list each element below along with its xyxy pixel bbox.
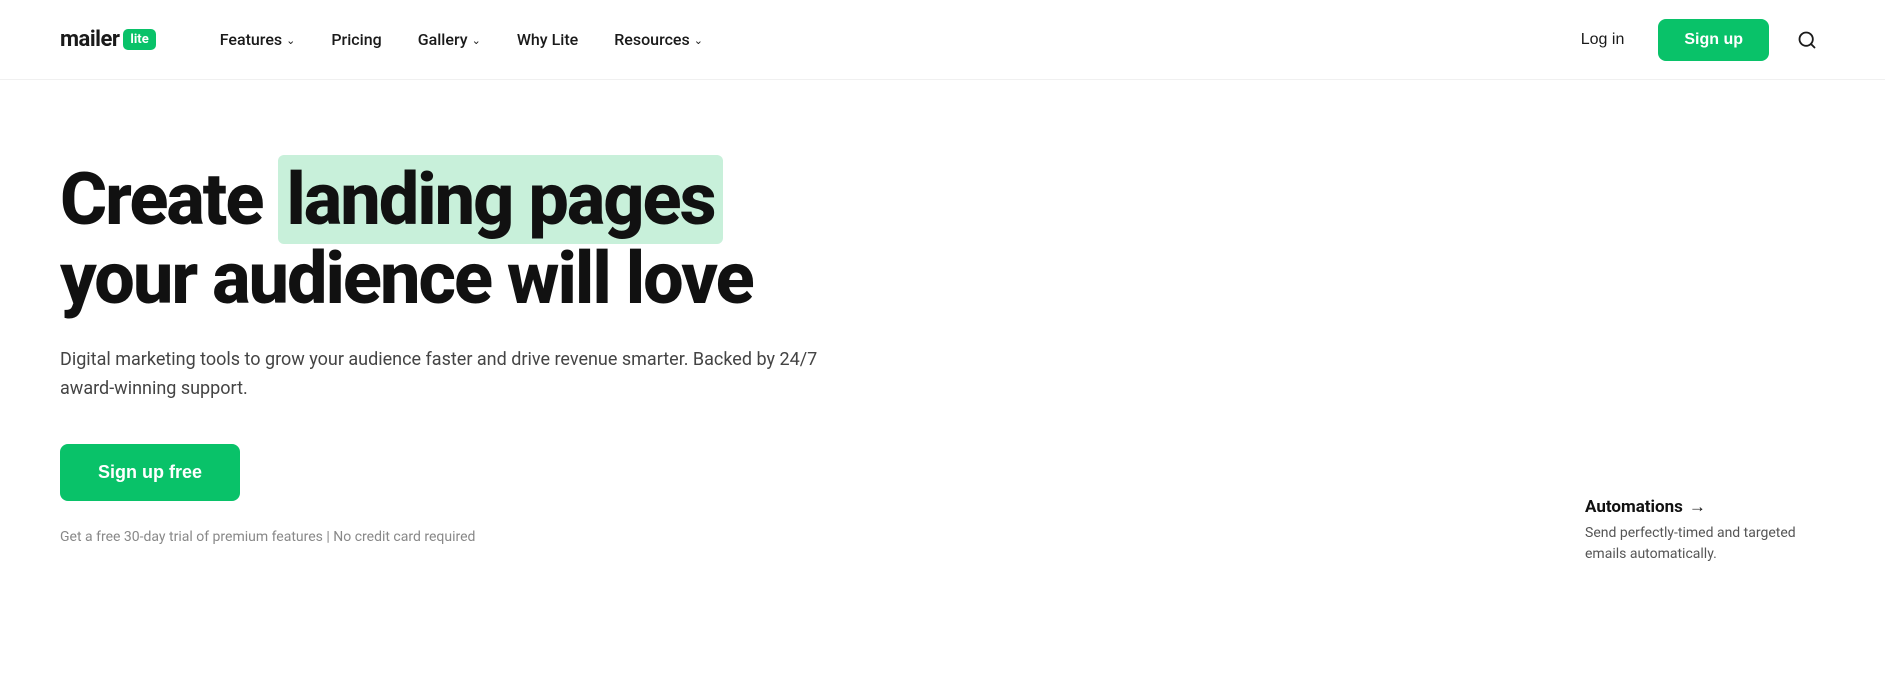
hero-footnote: Get a free 30-day trial of premium featu… (60, 529, 910, 545)
signup-free-button[interactable]: Sign up free (60, 444, 240, 501)
logo-text: mailer (60, 27, 119, 52)
hero-title-highlight: landing pages (278, 155, 722, 244)
main-content: Create landing pages your audience will … (0, 80, 1885, 605)
arrow-icon: → (1689, 497, 1706, 517)
search-icon (1797, 30, 1817, 50)
search-button[interactable] (1789, 22, 1825, 58)
nav-item-why-lite: Why Lite (503, 22, 592, 57)
nav-item-pricing: Pricing (317, 22, 395, 57)
nav-link-gallery[interactable]: Gallery ⌄ (404, 22, 495, 57)
navbar-left: mailer lite Features ⌄ Pricing Gallery ⌄ (60, 22, 717, 57)
automations-callout: Automations → Send perfectly-timed and t… (1585, 497, 1805, 565)
chevron-down-icon: ⌄ (694, 34, 703, 47)
chevron-down-icon: ⌄ (472, 34, 481, 47)
logo-badge: lite (123, 29, 155, 50)
navbar-right: Log in Sign up (1567, 19, 1825, 61)
hero-subtitle: Digital marketing tools to grow your aud… (60, 346, 820, 404)
hero-title-suffix: your audience will love (60, 236, 753, 321)
signup-button[interactable]: Sign up (1658, 19, 1769, 61)
hero-title-prefix: Create (60, 157, 262, 242)
nav-item-resources: Resources ⌄ (600, 22, 717, 57)
logo-link[interactable]: mailer lite (60, 27, 156, 52)
nav-item-gallery: Gallery ⌄ (404, 22, 495, 57)
automations-description: Send perfectly-timed and targeted emails… (1585, 523, 1805, 565)
nav-item-features: Features ⌄ (206, 22, 310, 57)
nav-link-features[interactable]: Features ⌄ (206, 22, 310, 57)
nav-link-why-lite[interactable]: Why Lite (503, 22, 592, 57)
nav-links: Features ⌄ Pricing Gallery ⌄ Why Lite (206, 22, 717, 57)
hero-section: Create landing pages your audience will … (60, 160, 910, 545)
nav-link-pricing[interactable]: Pricing (317, 22, 395, 57)
navbar: mailer lite Features ⌄ Pricing Gallery ⌄ (0, 0, 1885, 80)
hero-title: Create landing pages your audience will … (60, 160, 910, 318)
automations-title[interactable]: Automations → (1585, 497, 1805, 517)
nav-link-resources[interactable]: Resources ⌄ (600, 22, 717, 57)
hero-cta-group: Sign up free Get a free 30-day trial of … (60, 444, 910, 545)
login-button[interactable]: Log in (1567, 23, 1639, 57)
chevron-down-icon: ⌄ (286, 34, 295, 47)
